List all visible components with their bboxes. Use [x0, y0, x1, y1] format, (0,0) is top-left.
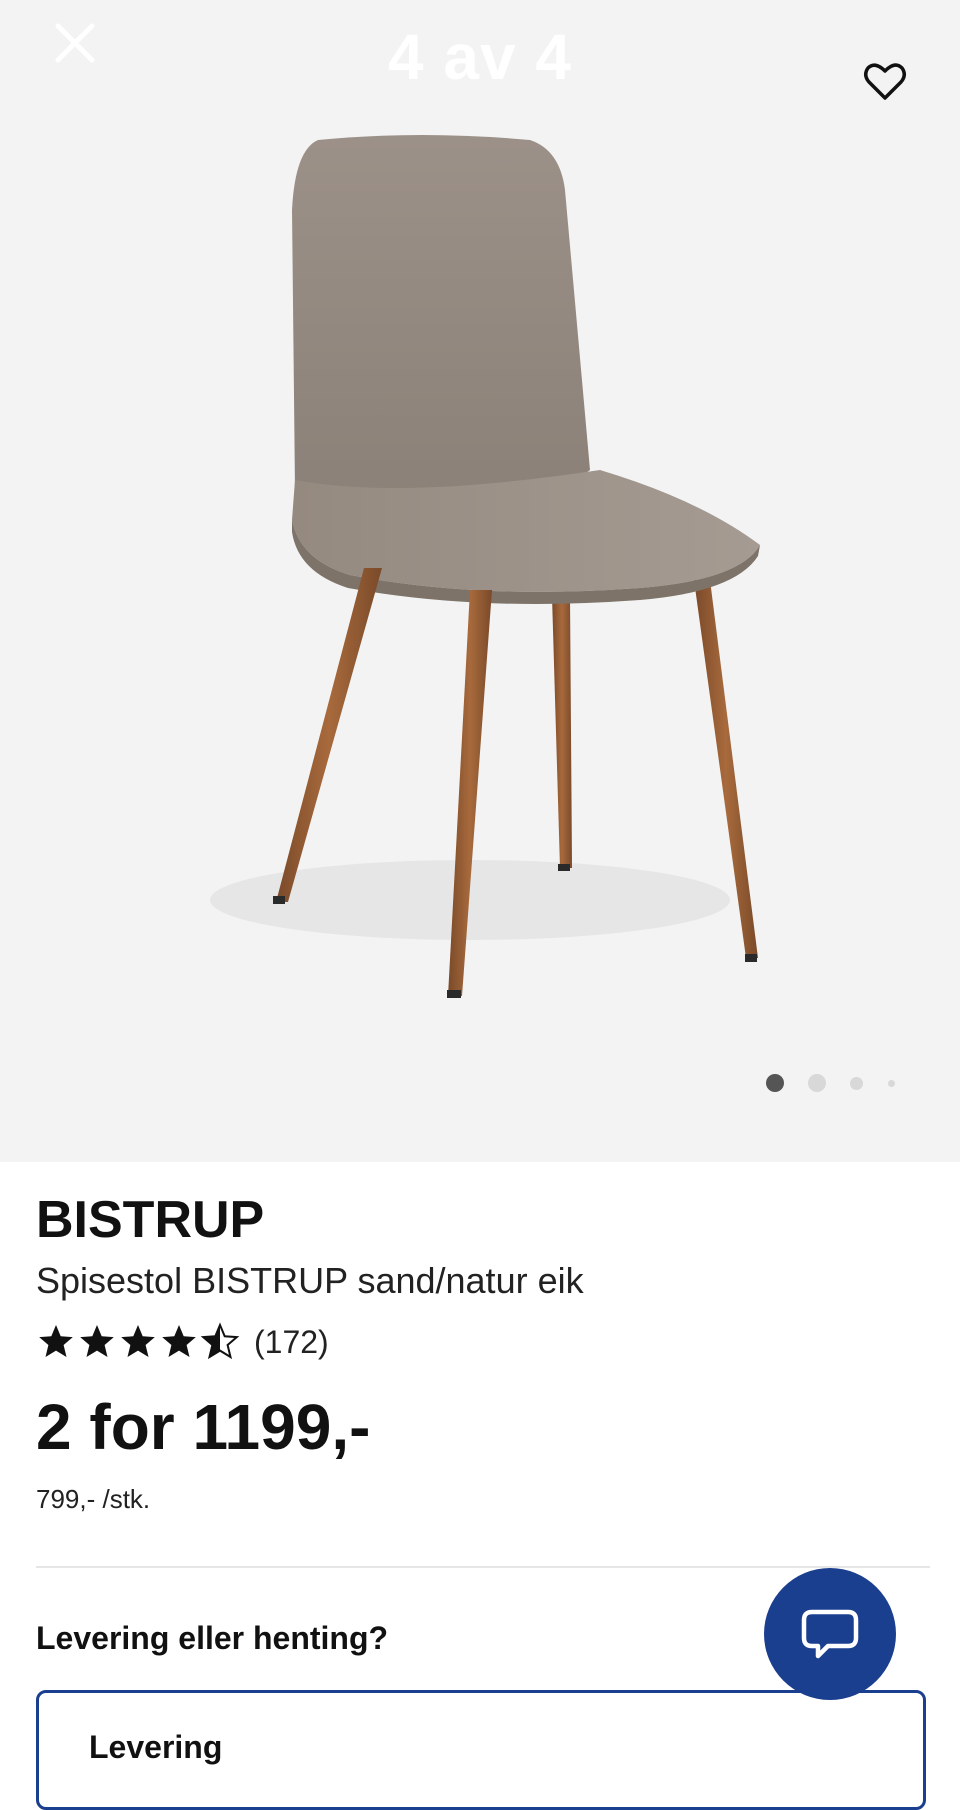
chair-photo [210, 135, 760, 998]
review-count: (172) [254, 1323, 329, 1360]
product-brand: BISTRUP [36, 1191, 265, 1249]
section-divider [36, 1566, 930, 1568]
carousel-dots [760, 1072, 900, 1092]
favorite-button[interactable] [860, 56, 910, 106]
unit-price: 799,- /stk. [36, 1484, 151, 1514]
chat-button[interactable] [764, 1568, 896, 1700]
carousel-dot[interactable] [766, 1074, 784, 1092]
carousel-dot[interactable] [888, 1080, 895, 1087]
product-description: Spisestol BISTRUP sand/natur eik [36, 1260, 584, 1301]
image-counter: 4 av 4 [388, 21, 572, 93]
carousel-dot[interactable] [850, 1077, 863, 1090]
star-rating-icon [39, 1324, 238, 1358]
heart-icon [864, 63, 906, 100]
product-rating[interactable]: (172) [36, 1322, 329, 1362]
delivery-question: Levering eller henting? [36, 1620, 389, 1656]
chat-bubble-icon [801, 1609, 859, 1659]
product-price: 2 for 1199,- [36, 1391, 371, 1463]
delivery-option-card[interactable]: Levering [36, 1690, 926, 1810]
product-image-gallery[interactable]: 4 av 4 [0, 0, 960, 1162]
carousel-dot[interactable] [808, 1074, 826, 1092]
